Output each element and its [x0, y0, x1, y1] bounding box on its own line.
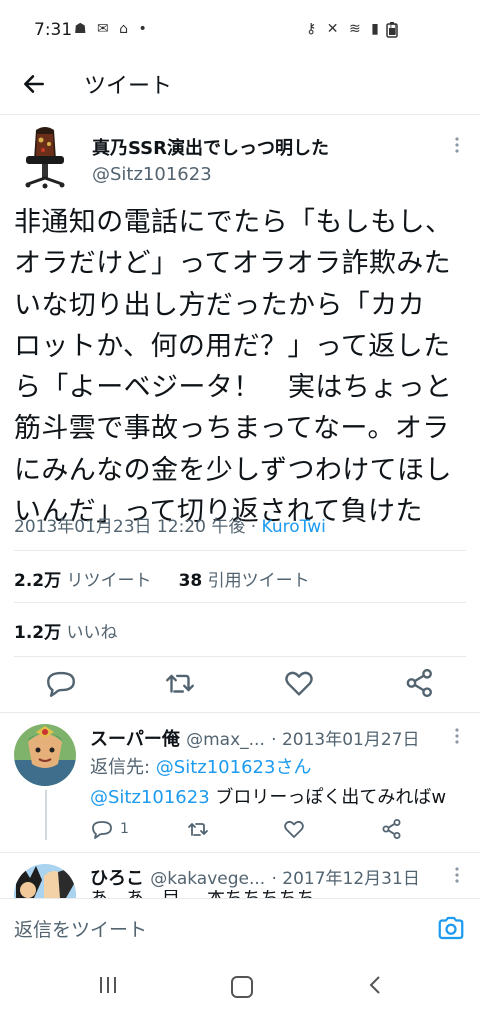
quotes-stat[interactable]: 38 引用ツイート	[179, 571, 310, 591]
reply-mention-link[interactable]: @Sitz101623	[90, 787, 210, 808]
reply-retweet-icon[interactable]	[186, 817, 210, 841]
quotes-label: 引用ツイート	[207, 571, 310, 591]
tweet-text-line: 非通知の電話にでたら「もしもし、	[14, 207, 453, 238]
reply-avatar[interactable]	[14, 724, 76, 786]
status-bar: 7:31 ☗ ✉ ⌂ • ⚷ ✕ ≋ ▮ ▯	[0, 0, 480, 58]
nav-back-icon[interactable]	[368, 976, 382, 994]
camera-icon[interactable]	[436, 913, 466, 943]
tweet-text-line: 筋斗雲で事故っちまってなー。オラ	[14, 413, 450, 445]
reply-date: · 2013年01月27日	[271, 730, 420, 750]
tweet-text: 非通知の電話にでたら「もしもし、 オラだけど」ってオラオラ詐欺みた いな切り出し…	[14, 202, 470, 532]
more-options-icon[interactable]	[454, 136, 460, 157]
likes-label: いいね	[66, 623, 118, 643]
reply-composer[interactable]: 返信をツイート	[0, 898, 480, 957]
home-icon[interactable]	[231, 976, 253, 998]
reply-reply-count: 1	[120, 821, 129, 837]
chair-avatar-image	[16, 126, 74, 190]
likes-count: 1.2万	[14, 623, 62, 643]
page-title: ツイート	[84, 74, 173, 99]
reply-display-name: スーパー俺	[90, 729, 180, 750]
reply-display-name: ひろこ	[90, 868, 144, 889]
back-button[interactable]	[14, 64, 54, 104]
author-display-name[interactable]: 真乃SSR演出でしっつ明した	[92, 134, 329, 160]
reply-like-heart-icon[interactable]	[282, 817, 306, 841]
retweets-count: 2.2万	[14, 571, 62, 591]
reply-author[interactable]: ひろこ @kakavege... · 2017年12月31日	[90, 864, 420, 890]
retweets-label: リツイート	[66, 571, 152, 591]
tweet-text-line: オラだけど」ってオラオラ詐欺みた	[14, 248, 452, 280]
reply-body-partial: あ、あ、目、、本ちちちちち	[90, 890, 315, 898]
tweet-meta: 2013年01月23日 12:20 午後 · KuroTwi	[14, 512, 326, 537]
likes-stat[interactable]: 1.2万 いいね	[14, 618, 118, 643]
reply-reply-icon[interactable]	[90, 817, 114, 841]
tweet-timestamp[interactable]: 2013年01月23日 12:20 午後	[14, 517, 245, 537]
battery-icon	[386, 22, 398, 38]
reply-to-line: 返信先: @Sitz101623さん	[90, 753, 311, 779]
tweet-source[interactable]: KuroTwi	[262, 517, 326, 537]
reply-avatar[interactable]	[14, 864, 76, 898]
share-icon[interactable]	[403, 666, 437, 700]
author-handle[interactable]: @Sitz101623	[92, 164, 212, 185]
anime-character-avatar	[14, 724, 76, 786]
reply-body: ブロリーっぽく出てみればw	[209, 787, 447, 808]
status-time: 7:31	[34, 20, 73, 40]
reply-input-placeholder[interactable]: 返信をツイート	[14, 915, 147, 942]
recent-apps-icon[interactable]	[98, 976, 118, 994]
tweet-text-line: いな切り出し方だったから「カカ	[14, 289, 425, 321]
reply-author[interactable]: スーパー俺 @max_... · 2013年01月27日	[90, 725, 419, 751]
reply-to-label: 返信先:	[90, 757, 156, 778]
author-avatar[interactable]	[16, 126, 74, 190]
meta-separator: ·	[245, 517, 262, 537]
reply-more-options-icon[interactable]	[454, 866, 460, 887]
tweet-text-line: ロットか、何の用だ？」って返した	[14, 330, 451, 362]
notification-icons: ☗ ✉ ⌂ •	[74, 21, 150, 37]
group-avatar-image	[14, 864, 76, 898]
system-nav-bar	[0, 956, 480, 1013]
stats-divider	[14, 602, 466, 603]
reply-divider	[0, 852, 480, 853]
reply-date: · 2017年12月31日	[271, 869, 420, 889]
header-divider	[0, 114, 480, 115]
reply-share-icon[interactable]	[380, 817, 404, 841]
reply-handle: @kakavege...	[150, 869, 266, 889]
reply-icon[interactable]	[44, 666, 78, 700]
retweet-stats-row: 2.2万 リツイート 38 引用ツイート	[14, 566, 310, 591]
likes-divider	[14, 656, 466, 657]
back-arrow-icon	[24, 75, 44, 93]
thread-line	[45, 790, 47, 840]
tweet-text-line: にみんなの金を少しずつわけてほし	[14, 454, 452, 486]
like-heart-icon[interactable]	[282, 666, 316, 700]
reply-text: @Sitz101623 ブロリーっぽく出てみればw	[90, 783, 446, 809]
reply-to-handle-link[interactable]: @Sitz101623さん	[156, 757, 312, 778]
retweets-stat[interactable]: 2.2万 リツイート	[14, 571, 152, 591]
reply-handle: @max_...	[186, 730, 265, 750]
retweet-icon[interactable]	[163, 666, 197, 700]
meta-divider	[14, 550, 466, 551]
reply-more-options-icon[interactable]	[454, 727, 460, 748]
quotes-count: 38	[178, 571, 203, 591]
tweet-text-line: ら「よーベジータ！ 実はちょっと	[14, 372, 453, 404]
actions-divider	[0, 712, 480, 713]
